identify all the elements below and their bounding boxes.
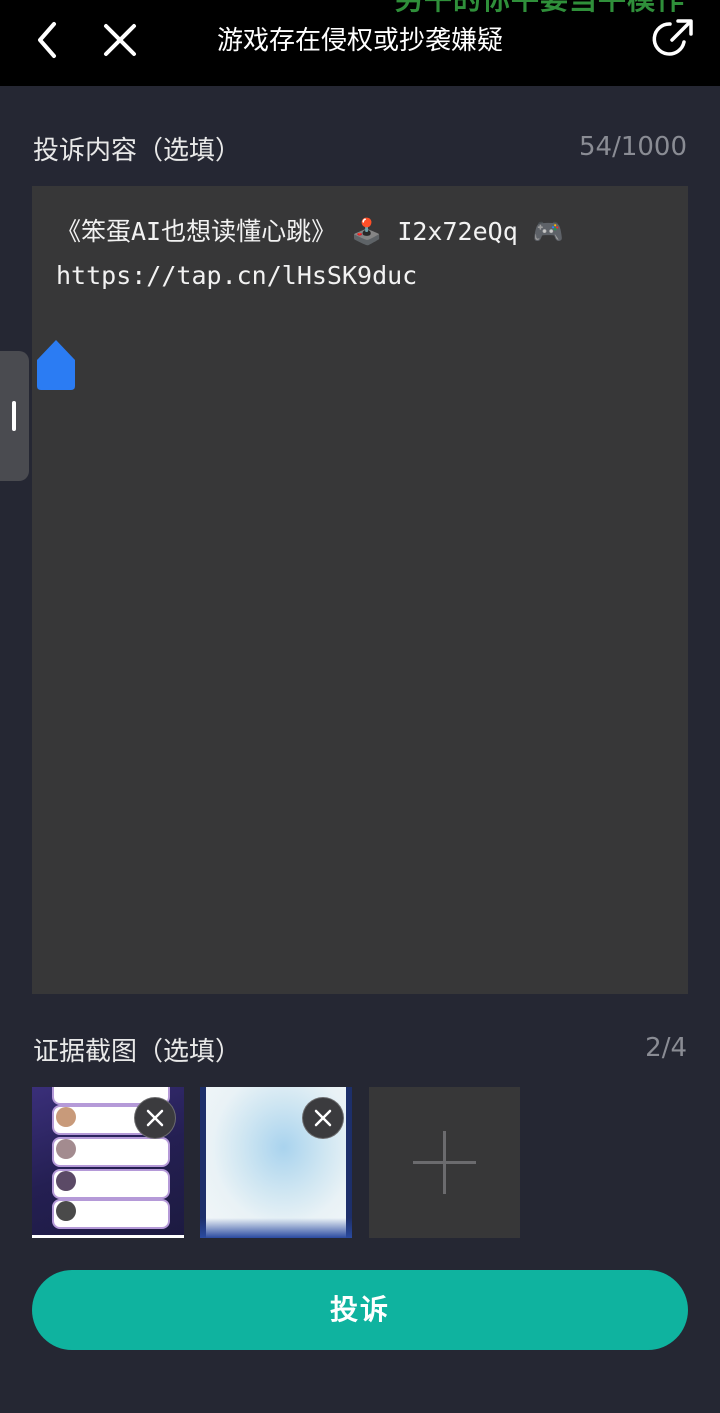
remove-thumbnail-2-button[interactable] [302, 1097, 344, 1139]
evidence-counter: 2/4 [645, 1033, 687, 1063]
page-title: 游戏存在侵权或抄袭嫌疑 [216, 26, 503, 56]
evidence-thumbnail-1[interactable] [32, 1087, 184, 1238]
add-screenshot-button[interactable] [369, 1087, 520, 1238]
evidence-label: 证据截图（选填） [33, 1037, 242, 1067]
cursor-handle-icon [37, 340, 75, 390]
text-cursor-handle[interactable] [35, 338, 77, 392]
submit-complaint-button[interactable]: 投诉 [32, 1270, 688, 1350]
grip-icon [12, 401, 16, 431]
complaint-counter: 54/1000 [578, 132, 687, 162]
share-button[interactable] [650, 16, 694, 60]
remove-thumbnail-1-button[interactable] [134, 1097, 176, 1139]
top-bar: 另午的你平要当平模作 游戏存在侵权或抄袭嫌疑 [0, 0, 720, 86]
share-icon [652, 19, 693, 56]
side-drawer-handle[interactable] [0, 351, 29, 481]
complaint-textarea[interactable]: 《笨蛋AI也想读懂心跳》 🕹️ I2x72eQq 🎮 https://tap.c… [32, 186, 688, 994]
plus-icon [413, 1131, 476, 1194]
evidence-thumbnail-2[interactable] [200, 1087, 352, 1238]
complaint-label: 投诉内容（选填） [33, 136, 242, 166]
complaint-text: 《笨蛋AI也想读懂心跳》 🕹️ I2x72eQq 🎮 https://tap.c… [56, 217, 564, 290]
close-icon [146, 1109, 164, 1127]
close-icon [314, 1109, 332, 1127]
overlay-text: 另午的你平要当平模作 [395, 0, 685, 18]
